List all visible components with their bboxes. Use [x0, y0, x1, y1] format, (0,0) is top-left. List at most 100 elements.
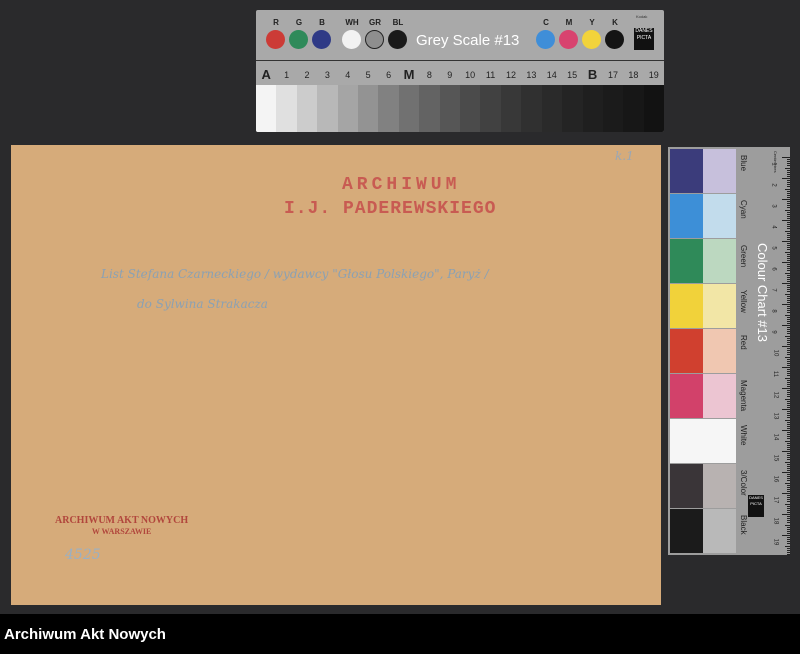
ruler-tick [787, 354, 790, 356]
ruler-tick [787, 396, 790, 398]
scale-number: 10 [465, 70, 476, 80]
grey-step [439, 85, 461, 132]
colour-row-3color [670, 464, 736, 508]
colour-name-label: Blue [739, 155, 748, 172]
ruler-tick [787, 547, 790, 549]
colour-name-label: White [739, 425, 748, 446]
ruler-tick [787, 259, 790, 261]
ruler-tick [787, 226, 790, 228]
ruler-tick [787, 507, 790, 509]
colour-swatch-dark [670, 419, 703, 463]
ruler-tick [787, 474, 790, 476]
ruler-tick [787, 467, 790, 469]
ruler-tick [787, 434, 790, 436]
colour-swatch-dark [670, 509, 703, 553]
grey-step [276, 85, 297, 132]
ruler-tick [787, 337, 790, 339]
stamp-line-aan: ARCHIWUM AKT NOWYCH [55, 515, 189, 526]
ruler-tick [787, 266, 790, 268]
ruler-tick [787, 316, 790, 318]
grey-step [500, 85, 522, 132]
ruler-tick [785, 377, 790, 379]
ruler-tick [787, 278, 790, 280]
patch-label-y: Y [589, 18, 595, 27]
ruler-tick [787, 175, 790, 177]
scale-number: 12 [505, 70, 516, 80]
ruler-tick [787, 516, 790, 518]
grey-step [643, 85, 664, 132]
colour-name-label: Cyan [739, 200, 748, 219]
ruler-tick [787, 383, 790, 385]
ruler-tick [787, 348, 790, 350]
colour-swatch-light [703, 509, 736, 553]
ruler-tick [787, 549, 790, 551]
patch-c-swatch [536, 30, 555, 49]
ruler-tick [787, 308, 790, 310]
ruler-tick [787, 499, 790, 501]
ruler-tick [787, 236, 790, 238]
ruler-tick [787, 495, 790, 497]
scale-number: 3 [324, 70, 330, 80]
ruler-tick [787, 276, 790, 278]
ruler-number: 7 [770, 288, 777, 292]
scale-number: 19 [648, 70, 659, 80]
ruler-tick [782, 262, 790, 263]
grey-step [256, 85, 277, 132]
ruler-tick [787, 217, 790, 219]
ruler-tick [787, 478, 790, 480]
patch-label-b: B [319, 18, 325, 27]
grey-step [582, 85, 603, 132]
colour-swatch-light [703, 329, 736, 373]
ruler-number: 13 [772, 412, 779, 420]
scale-number: 6 [386, 70, 392, 80]
ruler-tick [782, 157, 790, 158]
scale-number: 13 [526, 70, 537, 80]
ruler-tick [787, 362, 790, 364]
colour-row-white [670, 419, 736, 463]
colour-chart-ruler: 1 2 3 4 5 6 7 8 9 10 11 12 13 14 15 16 17 18 19 [766, 147, 790, 555]
signature-number: 4525 [65, 547, 101, 563]
ruler-tick [787, 228, 790, 230]
ruler-tick [787, 329, 790, 331]
ruler-number: 2 [770, 183, 777, 187]
ruler-tick [782, 283, 790, 284]
ruler-tick [787, 280, 790, 282]
ruler-tick [787, 415, 790, 417]
archive-stamp-aan: ARCHIWUM AKT NOWYCH W WARSZAWIE [55, 515, 188, 536]
archive-stamp-paderewski: ARCHIWUM I.J. PADEREWSKIEGO [284, 175, 496, 219]
ruler-tick [787, 205, 790, 207]
ruler-tick [782, 451, 790, 452]
ruler-tick [787, 339, 790, 341]
ruler-tick [787, 192, 790, 194]
ruler-tick [785, 167, 790, 169]
ruler-tick [787, 432, 790, 434]
grey-step [337, 85, 359, 132]
ruler-number: 17 [772, 496, 779, 504]
ruler-tick [785, 293, 790, 295]
ruler-tick [785, 188, 790, 190]
ruler-tick [787, 310, 790, 312]
ruler-tick [787, 438, 790, 440]
grey-step [460, 85, 481, 132]
ruler-tick [787, 522, 790, 524]
ruler-tick [787, 180, 790, 182]
ruler-tick [785, 335, 790, 337]
patch-r-swatch [266, 30, 285, 49]
grey-scale-fine-print: Kodak [636, 14, 648, 19]
colour-row-blue [670, 149, 736, 193]
ruler-tick [787, 331, 790, 333]
ruler-tick [787, 511, 790, 513]
ruler-tick [787, 526, 790, 528]
ruler-tick [787, 343, 790, 345]
ruler-tick [787, 163, 790, 165]
ruler-tick [787, 322, 790, 324]
patch-label-gr: GR [369, 18, 381, 27]
ruler-tick [787, 320, 790, 322]
colour-name-label: Red [739, 335, 748, 350]
ruler-tick [787, 285, 790, 287]
ruler-tick [787, 484, 790, 486]
grey-scale-steps [256, 85, 664, 132]
grey-step [398, 85, 420, 132]
ruler-tick [787, 159, 790, 161]
ruler-tick [787, 215, 790, 217]
